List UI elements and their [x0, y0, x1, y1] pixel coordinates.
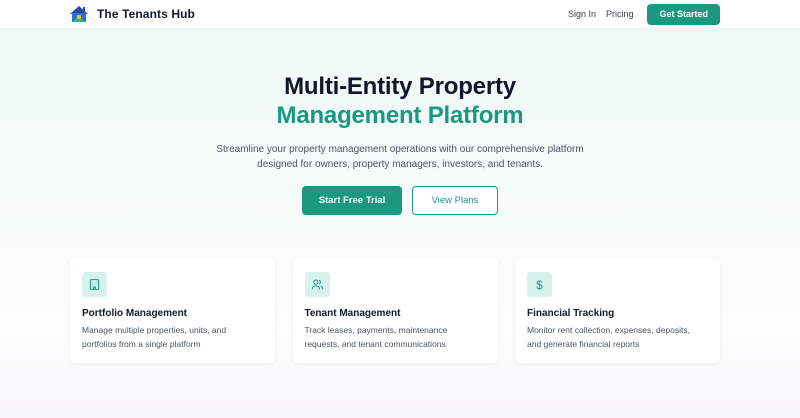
- hero-subtitle: Streamline your property management oper…: [190, 142, 610, 172]
- users-icon: [304, 272, 330, 297]
- building-icon: [82, 272, 107, 297]
- feature-description-line-1: Track leases, payments, maintenance: [304, 325, 448, 335]
- sign-in-link[interactable]: Sign In: [568, 9, 596, 19]
- feature-description: Monitor rent collection, expenses, depos…: [527, 324, 708, 351]
- hero-actions: Start Free Trial View Plans: [0, 186, 800, 215]
- brand-link[interactable]: The Tenants Hub: [68, 3, 195, 25]
- feature-title: Tenant Management: [304, 308, 401, 319]
- feature-title: Portfolio Management: [82, 308, 188, 319]
- view-plans-button[interactable]: View Plans: [412, 186, 498, 215]
- feature-description-line-2: and generate financial reports: [527, 338, 640, 349]
- feature-card-portfolio: Portfolio Management Manage multiple pro…: [70, 258, 275, 363]
- feature-card-financial: $ Financial Tracking Monitor rent collec…: [515, 258, 720, 363]
- feature-title: Financial Tracking: [527, 308, 615, 319]
- feature-description-line-1: Monitor rent collection, expenses, depos…: [527, 325, 691, 335]
- house-logo-icon: [70, 6, 88, 22]
- dollar-glyph: $: [536, 277, 543, 292]
- pricing-link[interactable]: Pricing: [606, 9, 634, 19]
- hero-title-line-2: Management Platform: [276, 102, 524, 129]
- hero-title-line-1: Multi-Entity Property: [284, 73, 516, 100]
- header-nav: Sign In Pricing Get Started: [558, 3, 720, 25]
- dollar-icon: $: [527, 272, 552, 297]
- get-started-button[interactable]: Get Started: [647, 3, 720, 25]
- start-free-trial-button[interactable]: Start Free Trial: [302, 186, 402, 215]
- brand-name: The Tenants Hub: [97, 7, 195, 21]
- hero-subtitle-line-2: designed for owners, property managers, …: [257, 159, 543, 170]
- features-section: Portfolio Management Manage multiple pro…: [70, 258, 720, 363]
- feature-description-line-2: portfolios from a single platform: [82, 338, 201, 349]
- feature-description-line-2: requests, and tenant communications: [304, 338, 446, 349]
- feature-description: Track leases, payments, maintenance requ…: [305, 324, 486, 351]
- feature-card-tenant: Tenant Management Track leases, payments…: [292, 258, 498, 363]
- top-navigation-bar: The Tenants Hub Sign In Pricing Get Star…: [0, 0, 800, 29]
- hero-section: Multi-Entity Property Management Platfor…: [0, 72, 800, 172]
- hero-subtitle-line-1: Streamline your property management oper…: [216, 144, 584, 155]
- feature-description-line-1: Manage multiple properties, units, and: [82, 325, 227, 335]
- feature-description: Manage multiple properties, units, and p…: [82, 324, 263, 351]
